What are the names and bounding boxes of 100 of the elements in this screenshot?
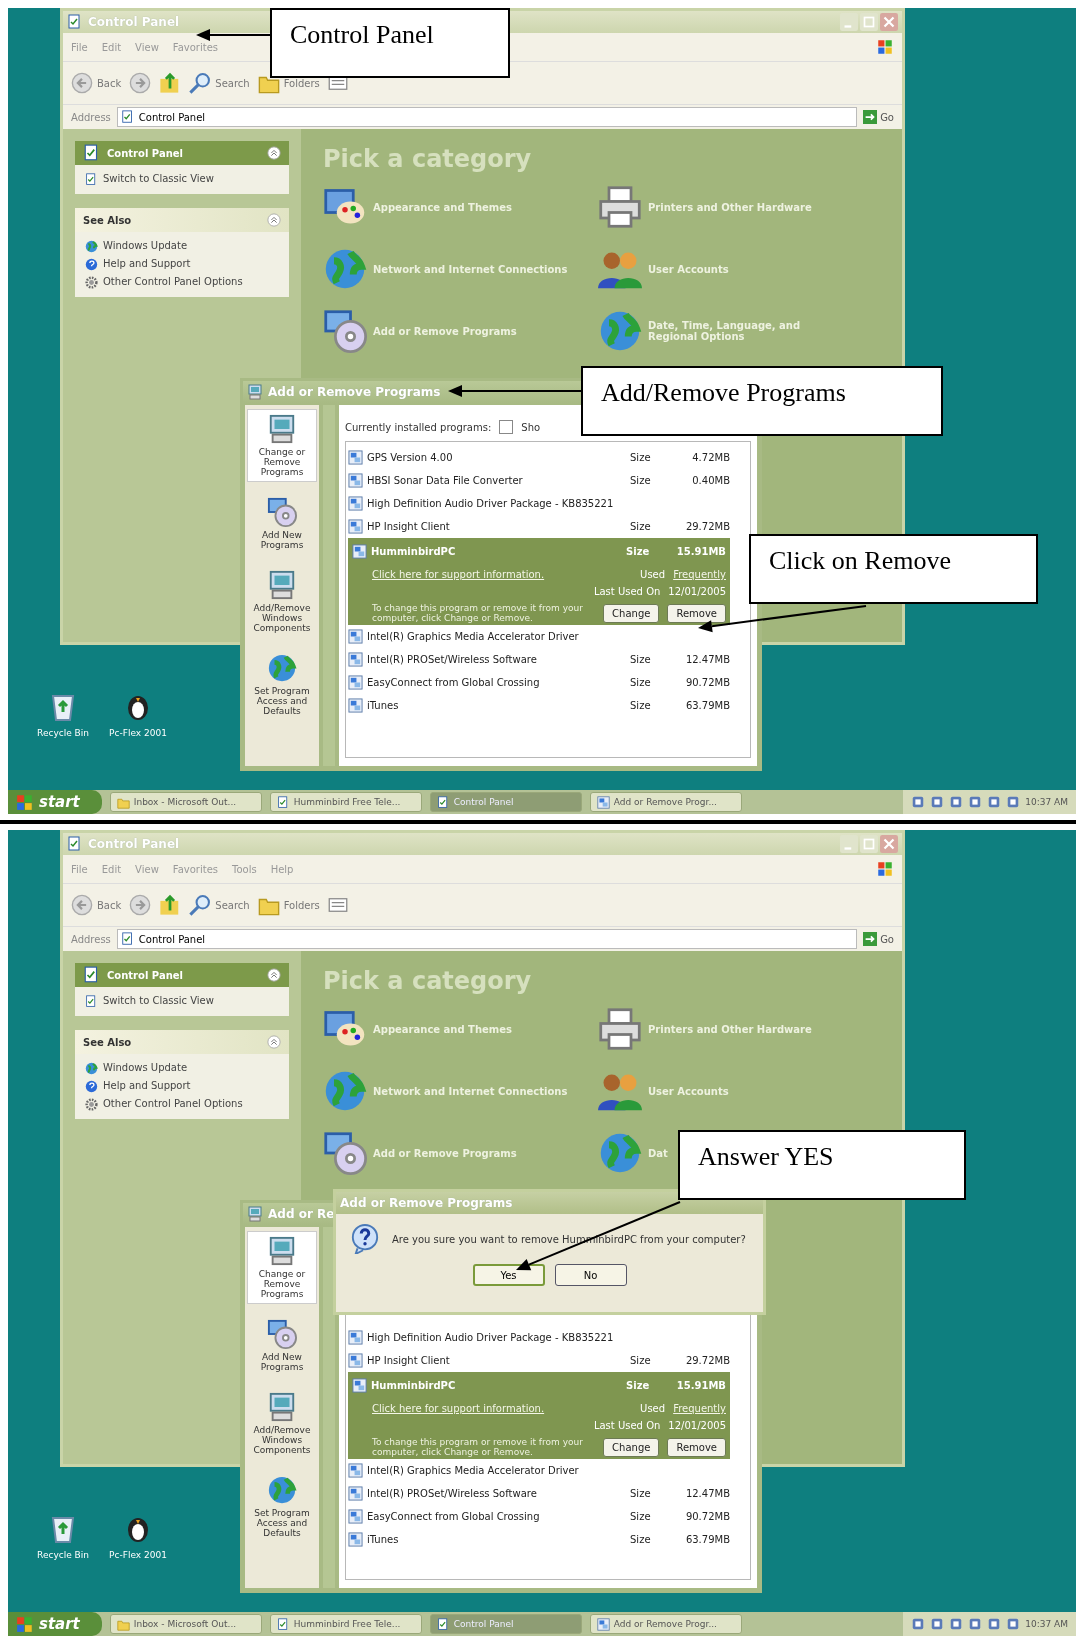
see-also-link[interactable]: Windows Update <box>85 1062 279 1075</box>
program-name[interactable]: High Definition Audio Driver Package - KB835221 <box>367 498 730 509</box>
disc-icon <box>323 1131 367 1175</box>
checkbox[interactable] <box>499 420 514 434</box>
go-button[interactable]: Go <box>863 110 894 124</box>
program-name[interactable]: HBSI Sonar Data File Converter <box>367 475 626 486</box>
program-icon <box>348 473 363 488</box>
panel-title: Control Panel <box>107 969 183 981</box>
maximize-button[interactable] <box>860 13 878 31</box>
panel-title: See Also <box>83 1036 132 1048</box>
see-also-link[interactable]: Help and Support <box>85 1080 279 1093</box>
sidebar-item[interactable]: Set Program Access and Defaults <box>247 1470 317 1543</box>
program-name[interactable]: EasyConnect from Global Crossing <box>367 1511 626 1522</box>
sidebar-item[interactable]: Add New Programs <box>247 492 317 555</box>
taskbar-button[interactable]: Humminbird Free Tele... <box>269 1614 422 1634</box>
task-link[interactable]: Switch to Classic View <box>85 995 279 1008</box>
program-row[interactable]: High Definition Audio Driver Package - KB835221 <box>348 492 730 515</box>
action-button[interactable]: Remove <box>667 603 726 623</box>
maximize-icon <box>860 13 878 31</box>
size-label: Size <box>630 475 652 486</box>
program-row[interactable]: iTunes Size 63.79MB <box>348 694 730 717</box>
program-row[interactable]: Intel(R) PROSet/Wireless Software Size 12.47MB <box>348 1482 730 1505</box>
sidebar-item[interactable]: Add New Programs <box>247 1314 317 1377</box>
sidebar-item[interactable]: Add/Remove Windows Components <box>247 565 317 638</box>
globe-icon <box>267 653 297 683</box>
program-name[interactable]: iTunes <box>367 1534 626 1545</box>
program-name[interactable]: HP Insight Client <box>367 521 626 532</box>
desktop-icon-label[interactable]: Recycle Bin <box>37 1550 89 1560</box>
desktop-icon-label[interactable]: Pc-Flex 2001 <box>109 1550 167 1560</box>
search-button[interactable]: Search <box>189 72 250 94</box>
taskbar-button[interactable]: Inbox - Microsoft Out... <box>109 792 262 812</box>
program-row[interactable]: iTunes Size 63.79MB <box>348 1528 730 1551</box>
folders-button[interactable]: Folders <box>257 894 320 916</box>
sidebar-item[interactable]: Change or Remove Programs <box>247 1231 317 1304</box>
program-name[interactable]: Intel(R) PROSet/Wireless Software <box>367 1488 626 1499</box>
taskbar-button[interactable]: Add or Remove Progr... <box>589 1614 742 1634</box>
program-row[interactable]: HP Insight Client Size 29.72MB <box>348 515 730 538</box>
dialog-button[interactable]: Yes <box>472 1264 545 1286</box>
address-label: Address <box>71 111 111 123</box>
start-button[interactable]: start <box>8 1612 102 1636</box>
sidebar-item[interactable]: Add/Remove Windows Components <box>247 1387 317 1460</box>
address-field[interactable]: Control Panel <box>116 107 858 127</box>
action-button[interactable]: Remove <box>667 1437 726 1457</box>
computer-icon <box>267 414 297 444</box>
see-also-link[interactable]: Windows Update <box>85 240 279 253</box>
program-row[interactable]: Intel(R) PROSet/Wireless Software Size 12.47MB <box>348 648 730 671</box>
go-button[interactable]: Go <box>863 932 894 946</box>
desktop-icon-label[interactable]: Pc-Flex 2001 <box>109 728 167 738</box>
globe-icon <box>85 1062 98 1075</box>
program-name[interactable]: HP Insight Client <box>367 1355 626 1366</box>
program-name[interactable]: Intel(R) Graphics Media Accelerator Driver <box>367 631 730 642</box>
program-row[interactable]: GPS Version 4.00 Size 4.72MB <box>348 446 730 469</box>
gear-icon <box>85 1098 98 1111</box>
action-button[interactable]: Change <box>603 1437 660 1457</box>
back-button[interactable]: Back <box>71 72 122 94</box>
program-row[interactable]: High Definition Audio Driver Package - KB835221 <box>348 1326 730 1349</box>
scrollbar[interactable] <box>323 1227 335 1588</box>
program-row[interactable]: HumminbirdPC Size 15.91MB Click here for support information. Used Frequently Last Used On 12/01/2005 To change this program or remove it from your computer, click Change or Remove. Change Remove <box>348 538 730 625</box>
close-button[interactable] <box>880 13 898 31</box>
program-name[interactable]: EasyConnect from Global Crossing <box>367 677 626 688</box>
size-value: 29.72MB <box>684 1355 730 1366</box>
program-name[interactable]: GPS Version 4.00 <box>367 452 626 463</box>
maximize-button[interactable] <box>860 835 878 853</box>
size-value: 29.72MB <box>684 521 730 532</box>
program-row[interactable]: Intel(R) Graphics Media Accelerator Driver <box>348 625 730 648</box>
see-also-link[interactable]: Help and Support <box>85 258 279 271</box>
control-panel-icon <box>436 1617 450 1631</box>
action-button[interactable]: Change <box>603 603 660 623</box>
task-link[interactable]: Switch to Classic View <box>85 173 279 186</box>
search-button[interactable]: Search <box>189 894 250 916</box>
close-icon <box>880 835 898 853</box>
callout-box: Click on Remove <box>749 534 1038 604</box>
taskbar-button[interactable]: Add or Remove Progr... <box>589 792 742 812</box>
sidebar-item[interactable]: Change or Remove Programs <box>247 409 317 482</box>
taskbar-button[interactable]: Inbox - Microsoft Out... <box>109 1614 262 1634</box>
program-row[interactable]: HBSI Sonar Data File Converter Size 0.40MB <box>348 469 730 492</box>
windows-logo-icon <box>876 38 894 56</box>
program-name[interactable]: iTunes <box>367 700 626 711</box>
program-row[interactable]: Intel(R) Graphics Media Accelerator Driver <box>348 1459 730 1482</box>
program-row[interactable]: EasyConnect from Global Crossing Size 90.72MB <box>348 1505 730 1528</box>
dialog-button[interactable]: No <box>554 1264 627 1286</box>
program-row[interactable]: EasyConnect from Global Crossing Size 90.72MB <box>348 671 730 694</box>
minimize-button[interactable] <box>840 13 858 31</box>
back-button[interactable]: Back <box>71 894 122 916</box>
size-label: Size <box>630 654 652 665</box>
desktop-icon-label[interactable]: Recycle Bin <box>37 728 89 738</box>
globe-icon <box>598 1131 642 1175</box>
program-name[interactable]: Intel(R) Graphics Media Accelerator Driver <box>367 1465 730 1476</box>
start-button[interactable]: start <box>8 790 102 814</box>
minimize-button[interactable] <box>840 835 858 853</box>
see-also-link[interactable]: Other Control Panel Options <box>85 1098 279 1111</box>
sidebar-item[interactable]: Set Program Access and Defaults <box>247 648 317 721</box>
program-row[interactable]: HumminbirdPC Size 15.91MB Click here for support information. Used Frequently Last Used On 12/01/2005 To change this program or remove it from your computer, click Change or Remove. Change Remove <box>348 1372 730 1459</box>
program-name[interactable]: Intel(R) PROSet/Wireless Software <box>367 654 626 665</box>
close-button[interactable] <box>880 835 898 853</box>
see-also-link[interactable]: Other Control Panel Options <box>85 276 279 289</box>
taskbar-button[interactable]: Humminbird Free Tele... <box>269 792 422 812</box>
address-field[interactable]: Control Panel <box>116 929 858 949</box>
program-name[interactable]: High Definition Audio Driver Package - KB835221 <box>367 1332 730 1343</box>
program-row[interactable]: HP Insight Client Size 29.72MB <box>348 1349 730 1372</box>
